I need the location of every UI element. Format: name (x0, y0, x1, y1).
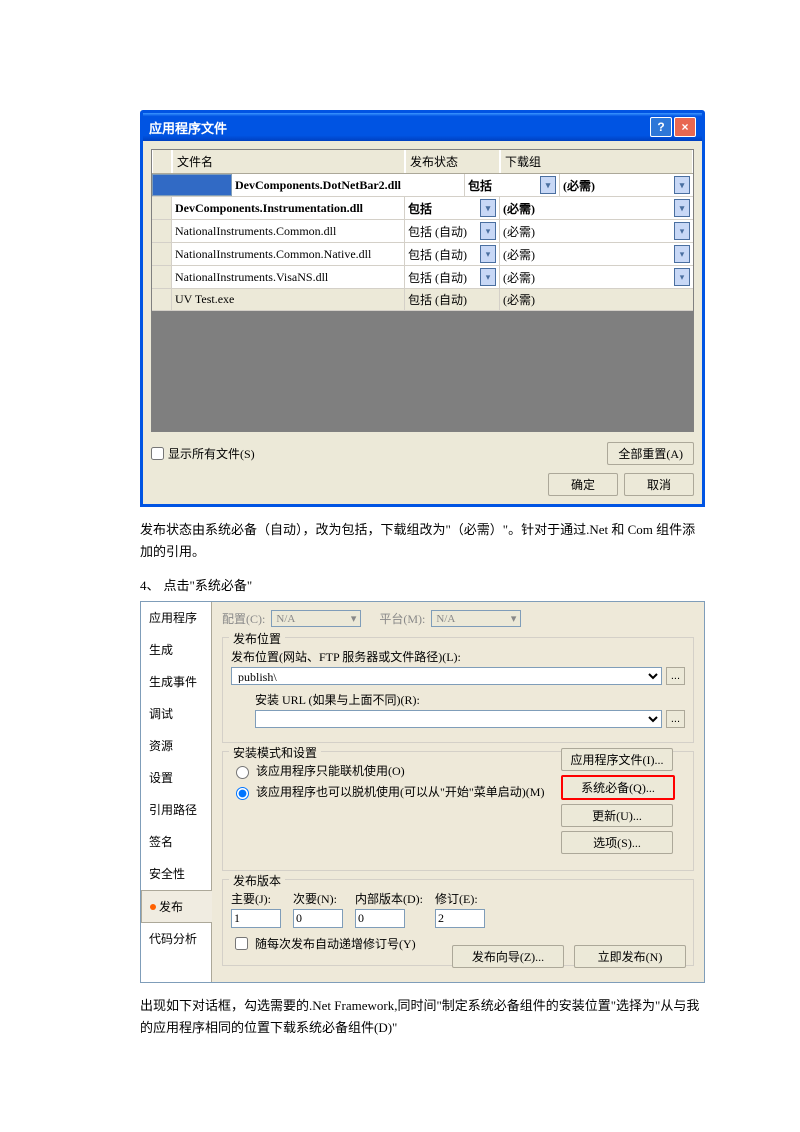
app-files-dialog: 应用程序文件 ? × 文件名 发布状态 下载组 DevComponents.Do… (140, 110, 705, 507)
tab-调试[interactable]: 调试 (141, 698, 211, 730)
cell-filename: NationalInstruments.Common.dll (172, 220, 405, 242)
tab-代码分析[interactable]: 代码分析 (141, 923, 211, 955)
row-marker (152, 174, 232, 196)
chevron-down-icon[interactable]: ▾ (480, 199, 496, 217)
cell-status[interactable]: 包括 (自动)▾ (405, 266, 500, 288)
offline-radio[interactable] (236, 787, 249, 800)
config-select: N/A▾ (271, 610, 361, 627)
close-icon[interactable]: × (674, 117, 696, 137)
tab-发布[interactable]: 发布 (141, 890, 212, 923)
cell-filename: UV Test.exe (172, 289, 405, 310)
row-marker (152, 243, 172, 265)
tab-资源[interactable]: 资源 (141, 730, 211, 762)
publish-now-button[interactable]: 立即发布(N) (574, 945, 686, 968)
cell-status: 包括 (自动) (405, 289, 500, 310)
cell-filename: NationalInstruments.Common.Native.dll (172, 243, 405, 265)
cell-filename: DevComponents.Instrumentation.dll (172, 197, 405, 219)
chevron-down-icon[interactable]: ▾ (480, 245, 496, 263)
cell-group: (必需) (500, 289, 693, 310)
ver-build[interactable] (355, 909, 405, 928)
publish-wizard-button[interactable]: 发布向导(Z)... (452, 945, 564, 968)
cell-group[interactable]: (必需)▾ (560, 174, 693, 196)
publish-panel: 应用程序生成生成事件调试资源设置引用路径签名安全性发布代码分析 配置(C): N… (140, 601, 705, 983)
table-row[interactable]: DevComponents.DotNetBar2.dll 包括▾ (必需)▾ (152, 174, 693, 197)
chevron-down-icon[interactable]: ▾ (480, 268, 496, 286)
table-row[interactable]: NationalInstruments.Common.Native.dll 包括… (152, 243, 693, 266)
options-button[interactable]: 选项(S)... (561, 831, 673, 854)
cell-status[interactable]: 包括▾ (465, 174, 560, 196)
cell-group[interactable]: (必需)▾ (500, 243, 693, 265)
col-status[interactable]: 发布状态 (405, 150, 500, 173)
cell-group[interactable]: (必需)▾ (500, 266, 693, 288)
titlebar[interactable]: 应用程序文件 ? × (143, 113, 702, 141)
cell-status[interactable]: 包括 (自动)▾ (405, 243, 500, 265)
step-4: 点击"系统必备" (164, 575, 253, 597)
tab-设置[interactable]: 设置 (141, 762, 211, 794)
row-marker (152, 289, 172, 310)
tab-引用路径[interactable]: 引用路径 (141, 794, 211, 826)
tab-生成事件[interactable]: 生成事件 (141, 666, 211, 698)
cell-filename: DevComponents.DotNetBar2.dll (232, 174, 465, 196)
col-group[interactable]: 下载组 (500, 150, 693, 173)
ver-rev[interactable] (435, 909, 485, 928)
chevron-down-icon[interactable]: ▾ (674, 176, 690, 194)
table-row[interactable]: NationalInstruments.Common.dll 包括 (自动)▾ … (152, 220, 693, 243)
chevron-down-icon[interactable]: ▾ (480, 222, 496, 240)
file-grid: 文件名 发布状态 下载组 DevComponents.DotNetBar2.dl… (151, 149, 694, 432)
ver-major[interactable] (231, 909, 281, 928)
grid-header: 文件名 发布状态 下载组 (152, 150, 693, 174)
reset-all-button[interactable]: 全部重置(A) (607, 442, 694, 465)
online-only-radio[interactable] (236, 766, 249, 779)
chevron-down-icon[interactable]: ▾ (674, 245, 690, 263)
cell-group[interactable]: (必需)▾ (500, 220, 693, 242)
cell-filename: NationalInstruments.VisaNS.dll (172, 266, 405, 288)
col-filename[interactable]: 文件名 (172, 150, 405, 173)
cancel-button[interactable]: 取消 (624, 473, 694, 496)
prerequisites-button[interactable]: 系统必备(Q)... (561, 775, 675, 800)
chevron-down-icon[interactable]: ▾ (540, 176, 556, 194)
install-mode-group: 安装模式和设置 该应用程序只能联机使用(O) 该应用程序也可以脱机使用(可以从"… (222, 751, 694, 871)
browse-button[interactable]: ... (666, 667, 685, 685)
cell-status[interactable]: 包括▾ (405, 197, 500, 219)
paragraph-1: 发布状态由系统必备（自动），改为包括，下载组改为"（必需）"。针对于通过.Net… (140, 519, 705, 563)
cell-status[interactable]: 包括 (自动)▾ (405, 220, 500, 242)
updates-button[interactable]: 更新(U)... (561, 804, 673, 827)
table-row[interactable]: UV Test.exe 包括 (自动) (必需) (152, 289, 693, 311)
table-row[interactable]: DevComponents.Instrumentation.dll 包括▾ (必… (152, 197, 693, 220)
tab-签名[interactable]: 签名 (141, 826, 211, 858)
chevron-down-icon[interactable]: ▾ (674, 222, 690, 240)
row-marker (152, 197, 172, 219)
platform-select: N/A▾ (431, 610, 521, 627)
tab-安全性[interactable]: 安全性 (141, 858, 211, 890)
ok-button[interactable]: 确定 (548, 473, 618, 496)
install-url-input[interactable] (255, 710, 662, 728)
auto-increment-checkbox[interactable] (235, 937, 248, 950)
publish-path-input[interactable]: publish\ (231, 667, 662, 685)
row-marker (152, 266, 172, 288)
table-row[interactable]: NationalInstruments.VisaNS.dll 包括 (自动)▾ … (152, 266, 693, 289)
ver-minor[interactable] (293, 909, 343, 928)
help-icon[interactable]: ? (650, 117, 672, 137)
app-files-button[interactable]: 应用程序文件(I)... (561, 748, 673, 771)
show-all-checkbox[interactable]: 显示所有文件(S) (151, 445, 255, 462)
chevron-down-icon[interactable]: ▾ (674, 268, 690, 286)
cell-group[interactable]: (必需)▾ (500, 197, 693, 219)
publish-location-group: 发布位置 发布位置(网站、FTP 服务器或文件路径)(L): publish\ … (222, 637, 694, 743)
browse-button[interactable]: ... (666, 710, 685, 728)
paragraph-2: 出现如下对话框，勾选需要的.Net Framework,同时间"制定系统必备组件… (140, 995, 705, 1039)
chevron-down-icon[interactable]: ▾ (674, 199, 690, 217)
tab-生成[interactable]: 生成 (141, 634, 211, 666)
dialog-title: 应用程序文件 (149, 118, 227, 137)
tab-strip: 应用程序生成生成事件调试资源设置引用路径签名安全性发布代码分析 (141, 602, 212, 982)
tab-应用程序[interactable]: 应用程序 (141, 602, 211, 634)
row-marker (152, 220, 172, 242)
active-dot-icon (150, 904, 156, 910)
